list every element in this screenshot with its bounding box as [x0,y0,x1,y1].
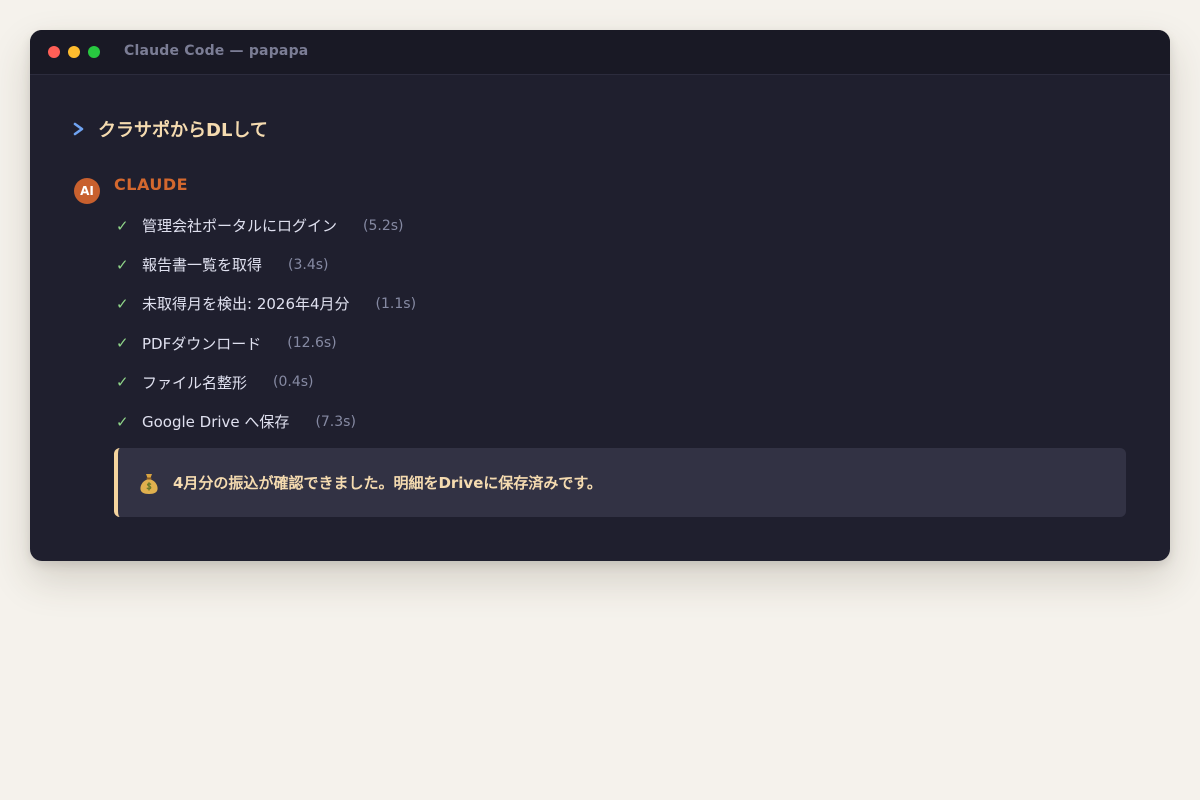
step-duration: (0.4s) [273,374,314,391]
chevron-right-icon [73,122,84,136]
money-bag-icon [140,473,158,494]
step-duration: (3.4s) [288,256,329,273]
minimize-window-button[interactable] [68,46,80,58]
step-label: 管理会社ポータルにログイン [142,217,338,236]
terminal-window: Claude Code — papapa クラサポからDLして AI CLAUD… [30,30,1170,561]
list-item: ✓ PDFダウンロード (12.6s) [116,324,416,363]
step-duration: (5.2s) [363,217,404,234]
result-callout: 4月分の振込が確認できました。明細をDriveに保存済みです。 [114,448,1126,517]
list-item: ✓ 未取得月を検出: 2026年4月分 (1.1s) [116,284,416,323]
step-label: 未取得月を検出: 2026年4月分 [142,295,350,314]
step-label: Google Drive へ保存 [142,413,290,432]
title-bar: Claude Code — papapa [30,30,1170,75]
check-icon: ✓ [116,334,129,353]
maximize-window-button[interactable] [88,46,100,58]
step-label: ファイル名整形 [142,373,248,392]
step-label: PDFダウンロード [142,334,262,353]
check-icon: ✓ [116,373,129,392]
step-list: ✓ 管理会社ポータルにログイン (5.2s) ✓ 報告書一覧を取得 (3.4s)… [116,206,416,441]
check-icon: ✓ [116,412,129,431]
result-message: 4月分の振込が確認できました。明細をDriveに保存済みです。 [173,474,602,492]
list-item: ✓ 報告書一覧を取得 (3.4s) [116,245,416,284]
step-duration: (7.3s) [315,413,356,430]
check-icon: ✓ [116,216,129,235]
avatar: AI [74,178,100,204]
user-prompt: クラサポからDLして [72,116,268,142]
step-label: 報告書一覧を取得 [142,256,263,275]
list-item: ✓ 管理会社ポータルにログイン (5.2s) [116,206,416,245]
list-item: ✓ ファイル名整形 (0.4s) [116,363,416,402]
user-prompt-text: クラサポからDLして [98,120,268,141]
check-icon: ✓ [116,255,129,274]
list-item: ✓ Google Drive へ保存 (7.3s) [116,402,416,441]
close-window-button[interactable] [48,46,60,58]
step-duration: (12.6s) [287,335,337,352]
step-duration: (1.1s) [375,295,417,312]
window-title: Claude Code — papapa [124,43,309,59]
assistant-name: CLAUDE [114,175,189,194]
check-icon: ✓ [116,294,129,313]
